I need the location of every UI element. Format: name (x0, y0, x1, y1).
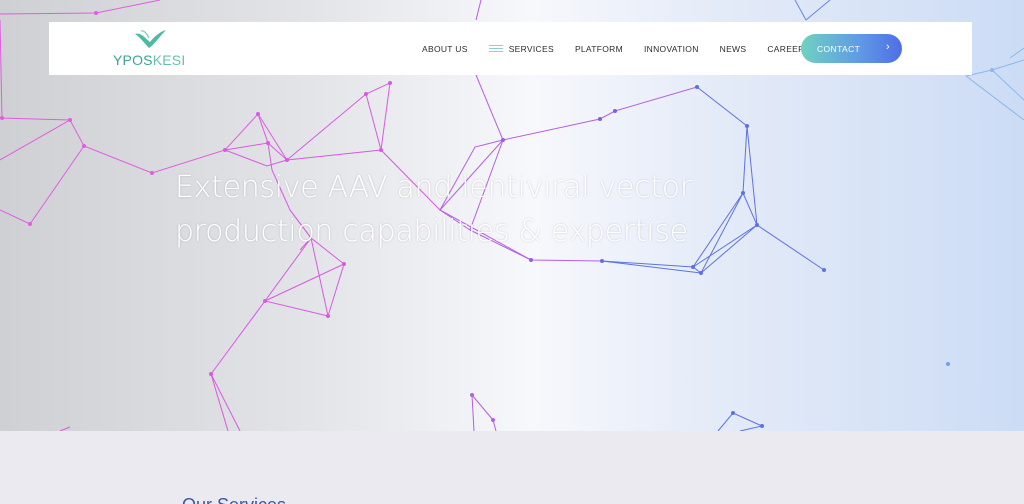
section-title: Our Services (182, 495, 286, 504)
nav-item-label: ABOUT US (422, 43, 468, 54)
nav-item-label: NEWS (719, 43, 747, 54)
top-navbar: YPOSKESI ABOUT US SERVICES PLATFORM INNO… (49, 22, 972, 75)
nav-item-news[interactable]: NEWS (720, 44, 747, 54)
nav-item-label: PLATFORM (574, 43, 623, 54)
logo-wordmark: YPOSKESI (113, 52, 186, 68)
nav-item-about-us[interactable]: ABOUT US (422, 44, 468, 54)
services-section: Our Services (0, 431, 1024, 504)
hero-headline-line-2: production capabilities & expertise (175, 214, 688, 249)
nav-item-platform[interactable]: PLATFORM (575, 44, 623, 54)
main-menu: ABOUT US SERVICES PLATFORM INNOVATION NE… (422, 22, 832, 75)
menu-lines-icon (488, 45, 503, 52)
chevron-right-icon: › (886, 41, 891, 53)
hero-headline: Extensive AAV and lentiviral vector prod… (175, 166, 735, 254)
nav-item-label: INNOVATION (644, 43, 699, 54)
nav-item-innovation[interactable]: INNOVATION (644, 44, 699, 54)
contact-button-label: CONTACT (817, 44, 861, 54)
hero-headline-line-1: Extensive AAV and lentiviral vector (175, 170, 692, 205)
nav-item-label: SERVICES (508, 43, 554, 54)
nav-item-services[interactable]: SERVICES (488, 43, 554, 54)
contact-button[interactable]: CONTACT › (801, 34, 902, 63)
yposkesi-logo[interactable]: YPOSKESI (113, 28, 185, 70)
dove-logo-icon (135, 30, 166, 48)
